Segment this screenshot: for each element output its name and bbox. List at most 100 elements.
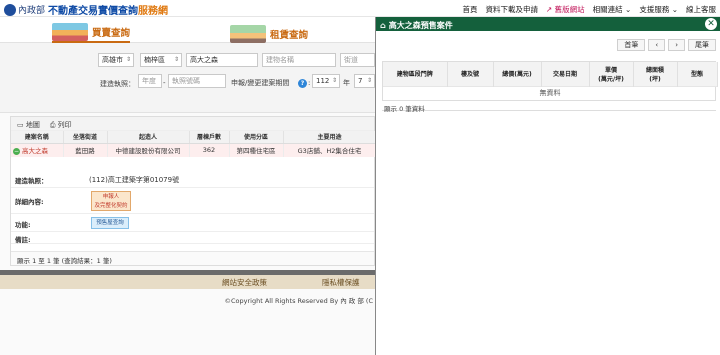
nav-old-site[interactable]: ↗ 舊版網站 [546, 4, 585, 15]
close-icon[interactable]: ✕ [705, 18, 717, 30]
tab-rent-label: 租賃查詢 [270, 30, 309, 41]
main-page: 買賣查詢 租賃查詢 高雄市 楠梓區 高大之森 建物名稱 街道 建造執照： 年度 … [0, 17, 375, 355]
panel-header: ⌂ 高大之森預售案件 ✕ [376, 17, 720, 31]
col-header[interactable]: 建案名稱 [11, 131, 64, 144]
nav-home[interactable]: 首頁 [462, 4, 477, 15]
table-row: 無資料 [383, 85, 717, 100]
detail-row: 建造執照： (112)高工建築字第01079號 [11, 172, 374, 188]
prev-page-button[interactable]: ‹ [648, 39, 666, 51]
site-title-accent: 服務網 [138, 6, 169, 17]
col-header[interactable]: 層棟戶數 [189, 131, 230, 144]
help-icon[interactable]: ? [298, 79, 307, 88]
record-count: 顯示 0 筆資料 [384, 105, 425, 113]
panel-divider [382, 110, 716, 111]
col-header[interactable]: 主要用途 [283, 131, 375, 144]
col-header[interactable]: 使用分區 [229, 131, 284, 144]
col-header[interactable]: 樓及號 [447, 62, 494, 86]
nav-links[interactable]: 相關連結 ⌄ [593, 4, 632, 15]
keyword-input[interactable]: 高大之森 [186, 53, 258, 67]
ministry-seal-icon [4, 3, 16, 16]
house-illustration-icon [230, 25, 266, 43]
table-cell: 藍田路 [63, 143, 108, 157]
table-header-row: 建案名稱 坐落街道 起造人 層棟戶數 使用分區 主要用途 [11, 131, 375, 144]
nav-support[interactable]: 支援服務 ⌄ [639, 4, 678, 15]
col-header[interactable]: 交易日期 [541, 62, 590, 86]
results-summary: 顯示 1 至 1 筆 (查詢結果：1 筆) [11, 251, 374, 265]
table-cell: G3店舖、H2集合住宅 [283, 143, 375, 157]
project-name: 高大之森 [22, 147, 48, 156]
table-header-row: 建物區段門牌 樓及號 總價(萬元) 交易日期 單價 (萬元/坪) 總面積 (坪)… [383, 62, 718, 86]
col-header[interactable]: 建物區段門牌 [383, 62, 448, 86]
year-unit: 年 [343, 79, 350, 87]
results-panel: ▭ 地圖 ⎙ 列印 建案名稱 坐落街道 起造人 層棟戶數 使用分區 主要用途 −… [10, 116, 375, 266]
top-bar: 內政部 不動產交易實價查詢 服務網 首頁 資料下載及申請 ↗ 舊版網站 相關連結… [0, 0, 720, 17]
tab-rent[interactable]: 租賃查詢 [230, 21, 308, 43]
collapse-icon[interactable]: − [13, 147, 20, 155]
table-cell: 中德建設股份有限公司 [107, 143, 190, 157]
contract-detail-button[interactable]: 申報人 及完整化契約 [91, 191, 131, 211]
top-nav: 首頁 資料下載及申請 ↗ 舊版網站 相關連結 ⌄ 支援服務 ⌄ 線上客服 [462, 4, 716, 15]
project-name-cell[interactable]: − 高大之森 [11, 143, 64, 157]
tab-sales-label: 買賣查詢 [92, 28, 131, 39]
col-header[interactable]: 坐落街道 [63, 131, 108, 144]
period-colon: : [308, 79, 311, 87]
col-header[interactable]: 起造人 [107, 131, 190, 144]
detail-row: 詳細內容: 申報人 及完整化契約 [11, 188, 374, 214]
bookmark-icon: ⌂ [380, 21, 386, 30]
presale-query-button[interactable]: 預售屋查詢 [91, 217, 129, 229]
period-month-select[interactable]: 7 [354, 74, 375, 88]
detail-section: 建造執照： (112)高工建築字第01079號 詳細內容: 申報人 及完整化契約… [11, 172, 374, 244]
map-button[interactable]: ▭ 地圖 [17, 120, 40, 129]
panel-title: 高大之森預售案件 [388, 21, 453, 30]
nav-support-label: 支援服務 [639, 5, 670, 14]
col-header[interactable]: 總面積 (坪) [633, 62, 678, 86]
presale-panel: ⌂ 高大之森預售案件 ✕ 首筆 ‹ › 尾筆 建物區段門牌 樓及號 總價(萬元) … [375, 17, 720, 355]
permit-number-input[interactable]: 執照號碼 [168, 74, 226, 88]
permit-year-input[interactable]: 年度 [138, 74, 162, 88]
site-logo[interactable]: 內政部 不動產交易實價查詢 服務網 [4, 2, 168, 17]
nav-service[interactable]: 線上客服 [686, 4, 716, 15]
building-name-input[interactable]: 建物名稱 [262, 53, 336, 67]
results-toolbar: ▭ 地圖 ⎙ 列印 [11, 117, 374, 131]
print-label: 列印 [57, 121, 72, 129]
permit-value: (112)高工建築字第01079號 [89, 176, 180, 184]
empty-message: 無資料 [383, 85, 717, 100]
tab-sales[interactable]: 買賣查詢 [52, 21, 131, 43]
table-row[interactable]: − 高大之森 藍田路 中德建設股份有限公司 362 第四種住宅區 G3店舖、H2集… [11, 143, 375, 157]
copyright: ©Copyright All Rights Reserved By 內 政 部 … [224, 297, 373, 305]
detail-key: 詳細內容: [15, 198, 44, 206]
search-panel: 高雄市 楠梓區 高大之森 建物名稱 街道 建造執照： 年度 - 執照號碼 申報/… [0, 43, 375, 113]
results-table: 建案名稱 坐落街道 起造人 層棟戶數 使用分區 主要用途 − 高大之森 藍田路 中… [11, 131, 375, 157]
col-header[interactable]: 單價 (萬元/坪) [589, 62, 634, 86]
period-label: 申報/變更建案期間 [231, 79, 290, 87]
first-page-button[interactable]: 首筆 [617, 39, 646, 51]
footer-links: 網站安全政策 隱私權保護 [0, 275, 375, 289]
permit-label: 建造執照： [100, 80, 135, 88]
nav-links-label: 相關連結 [592, 5, 623, 14]
city-select[interactable]: 高雄市 [98, 53, 134, 67]
pager: 首筆 ‹ › 尾筆 [617, 39, 716, 51]
permit-key: 建造執照： [15, 177, 48, 185]
nav-download[interactable]: 資料下載及申請 [485, 4, 538, 15]
next-page-button[interactable]: › [668, 39, 685, 51]
contract-button-line2: 及完整化契約 [94, 203, 128, 209]
col-header[interactable]: 型態 [677, 62, 718, 86]
security-policy-link[interactable]: 網站安全政策 [222, 277, 267, 288]
map-label: 地圖 [25, 121, 40, 129]
note-key: 備註: [15, 236, 31, 244]
detail-row: 功能: 預售屋查詢 [11, 214, 374, 232]
privacy-link[interactable]: 隱私權保護 [322, 277, 360, 288]
district-select[interactable]: 楠梓區 [140, 53, 182, 67]
print-button[interactable]: ⎙ 列印 [50, 120, 72, 129]
query-tabs: 買賣查詢 租賃查詢 [0, 17, 375, 43]
period-year-select[interactable]: 112 [312, 74, 340, 88]
presale-table: 建物區段門牌 樓及號 總價(萬元) 交易日期 單價 (萬元/坪) 總面積 (坪)… [382, 61, 718, 101]
col-header[interactable]: 總價(萬元) [493, 62, 542, 86]
last-page-button[interactable]: 尾筆 [688, 39, 716, 51]
street-input[interactable]: 街道 [340, 53, 375, 67]
function-key: 功能: [15, 221, 31, 229]
detail-row: 備註: [11, 232, 374, 244]
contract-button-line1: 申報人 [102, 194, 120, 200]
table-cell: 362 [189, 143, 230, 157]
ministry-name: 內政部 [18, 6, 46, 16]
